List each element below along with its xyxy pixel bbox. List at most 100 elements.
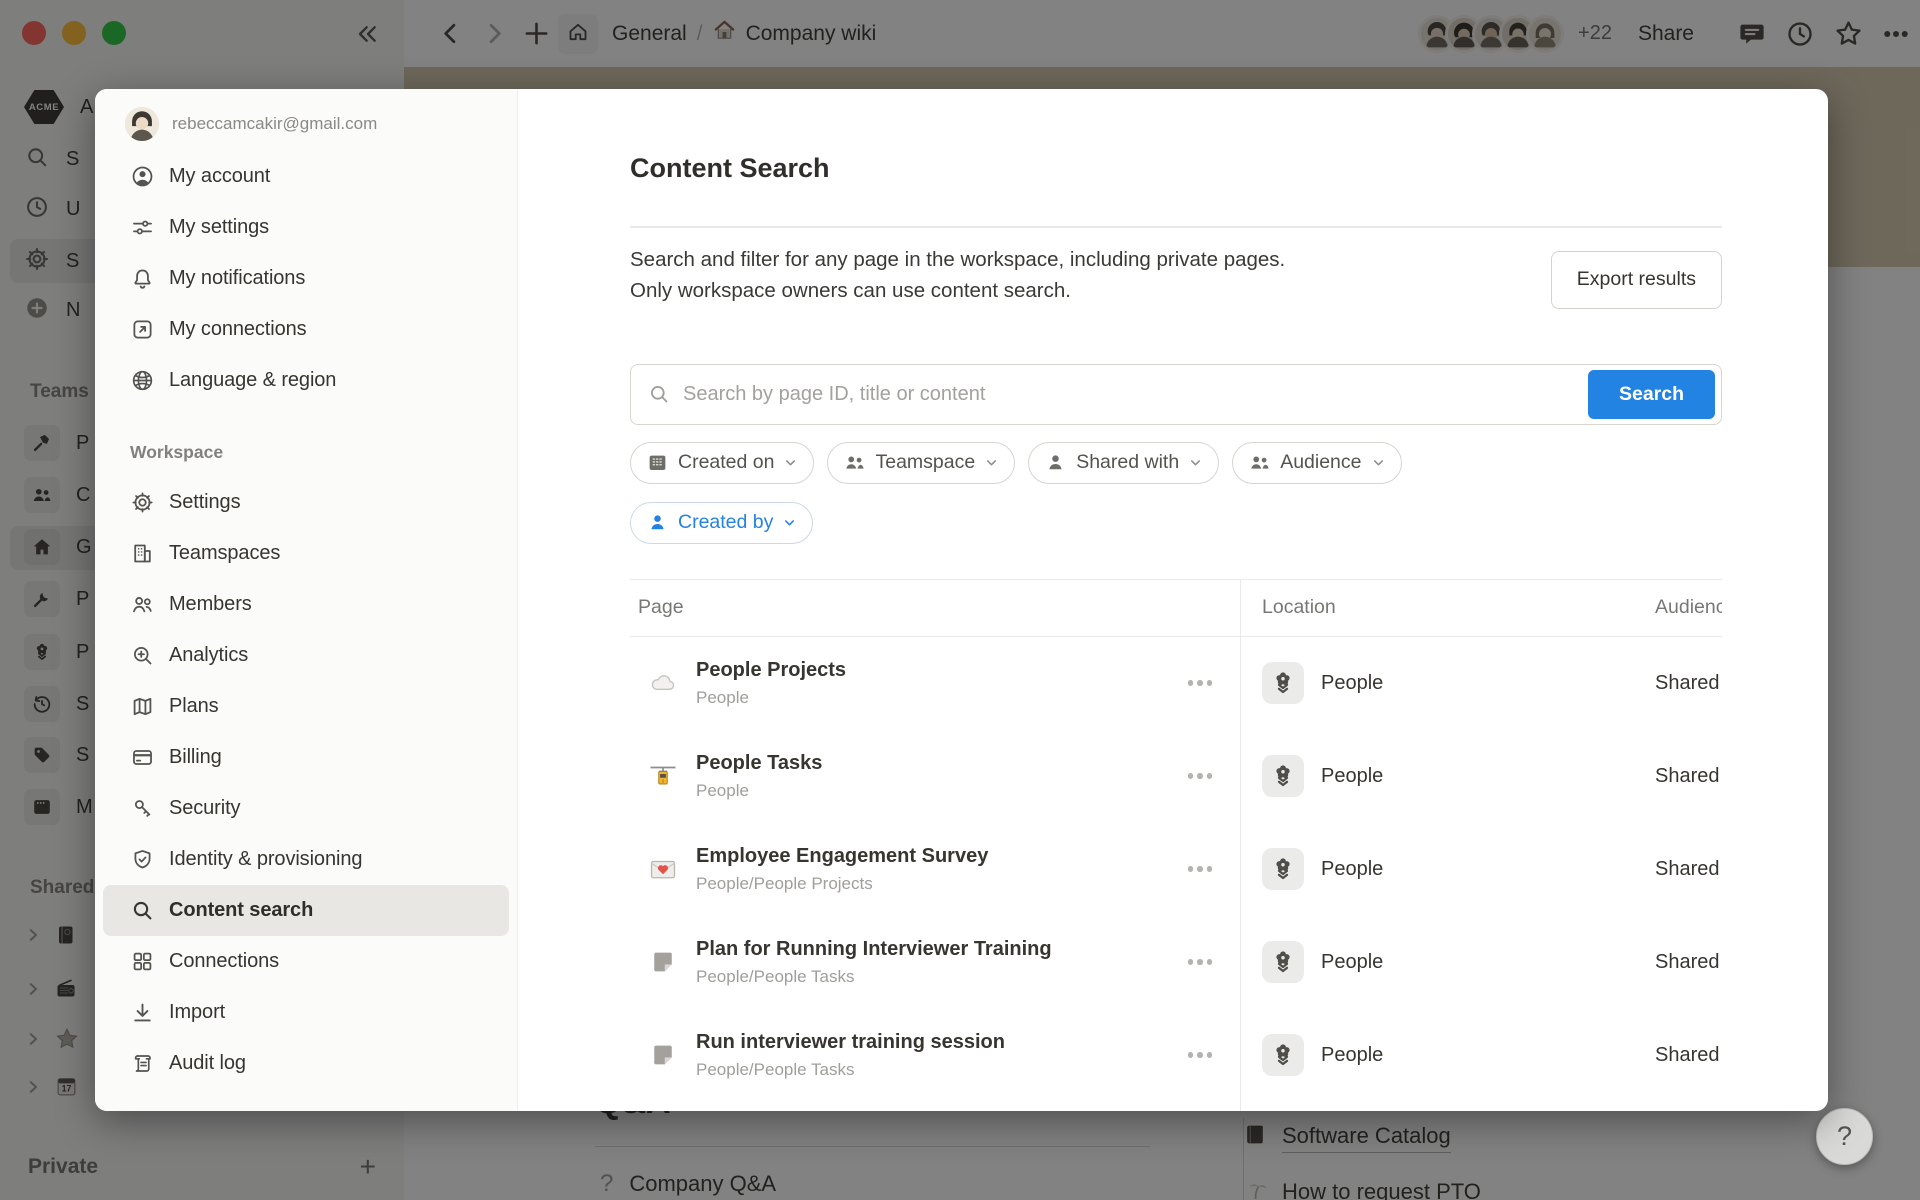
audience-value: Shared — [1655, 1044, 1722, 1067]
chevron-down-icon — [783, 455, 798, 470]
column-header-location[interactable]: Location — [1240, 596, 1655, 619]
filter-audience[interactable]: Audience — [1232, 442, 1401, 484]
results-table: Page Location Audience People — [630, 579, 1722, 1112]
download-arrow-icon — [130, 1000, 155, 1025]
teamspace-flower-icon — [1262, 755, 1304, 797]
arrow-out-box-icon — [130, 317, 155, 342]
settings-nav-my-settings[interactable]: My settings — [103, 202, 509, 253]
column-header-page[interactable]: Page — [630, 596, 1240, 619]
gear-icon — [130, 490, 155, 515]
chevron-down-icon — [1188, 455, 1203, 470]
settings-nav-language-region[interactable]: Language & region — [103, 355, 509, 406]
map-icon — [130, 694, 155, 719]
search-input[interactable] — [683, 383, 1588, 406]
title-divider — [630, 226, 1722, 228]
settings-main: Content Search Search and filter for any… — [518, 89, 1828, 1111]
search-icon — [130, 898, 155, 923]
page-path: People/People Tasks — [696, 966, 1052, 987]
settings-nav-my-connections[interactable]: My connections — [103, 304, 509, 355]
search-icon — [647, 382, 671, 406]
settings-nav-members[interactable]: Members — [103, 579, 509, 630]
bell-icon — [130, 266, 155, 291]
teamspace-flower-icon — [1262, 941, 1304, 983]
audience-value: Shared — [1655, 672, 1722, 695]
settings-nav-my-notifications[interactable]: My notifications — [103, 253, 509, 304]
page-description: Search and filter for any page in the wo… — [630, 244, 1285, 306]
settings-nav-import[interactable]: Import — [103, 987, 509, 1038]
column-header-audience[interactable]: Audience — [1655, 596, 1722, 619]
audience-value: Shared — [1655, 858, 1722, 881]
row-menu-button[interactable] — [1182, 953, 1219, 971]
user-circle-icon — [130, 164, 155, 189]
row-menu-button[interactable] — [1182, 1046, 1219, 1064]
page-title[interactable]: Plan for Running Interviewer Training — [696, 937, 1052, 962]
settings-nav-billing[interactable]: Billing — [103, 732, 509, 783]
credit-card-icon — [130, 745, 155, 770]
page-icon — [648, 947, 678, 977]
table-row[interactable]: Plan for Running Interviewer Training Pe… — [630, 916, 1722, 1009]
location-name[interactable]: People — [1321, 858, 1383, 881]
filter-created-by-active[interactable]: Created by — [630, 502, 813, 544]
row-menu-button[interactable] — [1182, 767, 1219, 785]
settings-nav-analytics[interactable]: Analytics — [103, 630, 509, 681]
magnifier-plus-icon — [130, 643, 155, 668]
chevron-down-icon — [782, 515, 797, 530]
row-menu-button[interactable] — [1182, 860, 1219, 878]
row-menu-button[interactable] — [1182, 674, 1219, 692]
search-button[interactable]: Search — [1588, 370, 1715, 419]
sliders-icon — [130, 215, 155, 240]
aerial-tramway-icon — [648, 761, 678, 791]
filter-shared-with[interactable]: Shared with — [1028, 442, 1219, 484]
account-header: rebeccamcakir@gmail.com — [103, 101, 509, 147]
filter-created-on[interactable]: Created on — [630, 442, 814, 484]
heart-letter-icon — [648, 854, 678, 884]
table-row[interactable]: People Tasks People People — [630, 730, 1722, 823]
location-name[interactable]: People — [1321, 765, 1383, 788]
chevron-down-icon — [1371, 455, 1386, 470]
account-email: rebeccamcakir@gmail.com — [172, 114, 377, 134]
settings-nav-plans[interactable]: Plans — [103, 681, 509, 732]
help-button[interactable]: ? — [1816, 1108, 1873, 1165]
key-icon — [130, 796, 155, 821]
teamspace-flower-icon — [1262, 662, 1304, 704]
settings-modal: rebeccamcakir@gmail.com My account My se… — [95, 89, 1828, 1111]
filter-teamspace[interactable]: Teamspace — [827, 442, 1015, 484]
settings-nav-teamspaces[interactable]: Teamspaces — [103, 528, 509, 579]
settings-nav-my-account[interactable]: My account — [103, 151, 509, 202]
page-title[interactable]: Run interviewer training session — [696, 1030, 1005, 1055]
settings-nav-audit-log[interactable]: Audit log — [103, 1038, 509, 1089]
settings-nav-connections[interactable]: Connections — [103, 936, 509, 987]
building-icon — [130, 541, 155, 566]
location-name[interactable]: People — [1321, 1044, 1383, 1067]
page-path: People — [696, 687, 846, 708]
chevron-down-icon — [984, 455, 999, 470]
location-name[interactable]: People — [1321, 951, 1383, 974]
table-row[interactable]: Employee Engagement Survey People/People… — [630, 823, 1722, 916]
settings-nav-settings[interactable]: Settings — [103, 477, 509, 528]
page-path: People/People Projects — [696, 873, 988, 894]
page-title[interactable]: Employee Engagement Survey — [696, 844, 988, 869]
workspace-section-label: Workspace — [130, 442, 509, 463]
table-row[interactable]: Run interviewer training session People/… — [630, 1009, 1722, 1102]
table-row[interactable]: People Projects People People — [630, 637, 1722, 730]
person-icon — [1044, 451, 1067, 474]
globe-icon — [130, 368, 155, 393]
screen: General / Company wiki +22 Share — [0, 0, 1920, 1200]
location-name[interactable]: People — [1321, 672, 1383, 695]
page-icon — [648, 1040, 678, 1070]
audience-value: Shared — [1655, 951, 1722, 974]
people-icon — [1248, 451, 1271, 474]
grid-icon — [130, 949, 155, 974]
page-path: People — [696, 780, 822, 801]
page-title[interactable]: People Tasks — [696, 751, 822, 776]
shield-check-icon — [130, 847, 155, 872]
settings-nav-content-search[interactable]: Content search — [103, 885, 509, 936]
page-title[interactable]: People Projects — [696, 658, 846, 683]
export-results-button[interactable]: Export results — [1551, 251, 1722, 309]
settings-nav-identity-provisioning[interactable]: Identity & provisioning — [103, 834, 509, 885]
table-column-divider — [1240, 579, 1241, 1112]
page-path: People/People Tasks — [696, 1059, 1005, 1080]
filter-chips: Created on Teamspace Shared with — [630, 442, 1722, 484]
people-icon — [843, 451, 866, 474]
settings-nav-security[interactable]: Security — [103, 783, 509, 834]
